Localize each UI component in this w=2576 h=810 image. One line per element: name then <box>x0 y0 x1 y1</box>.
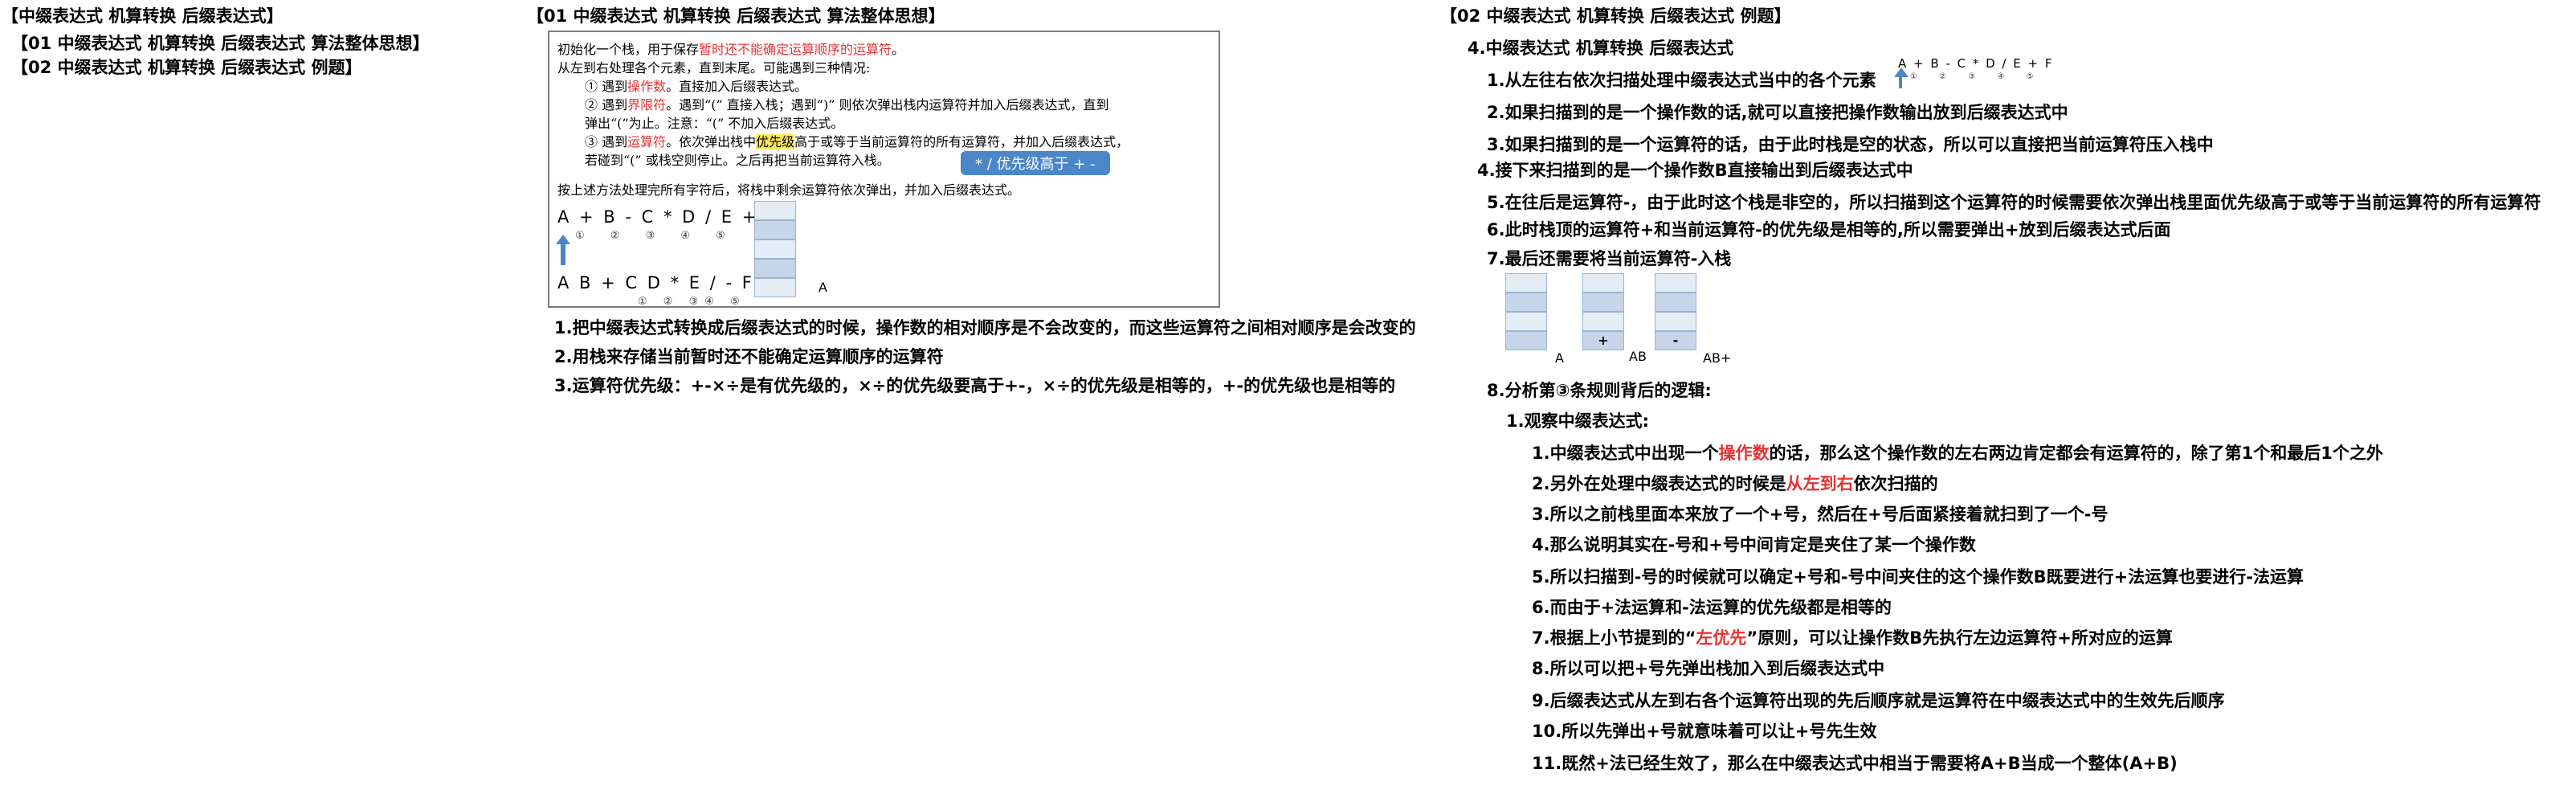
section-02-title[interactable]: 【02 中缀表达式 机算转换 后缀表达式 例题】 <box>1440 3 1790 27</box>
mini-infix-expression: A + B - C * D / E + F <box>1898 56 2054 71</box>
slide-line-5: 弹出“(”为止。注意：“(” 不加入后缀表达式。 <box>585 116 844 131</box>
stack-cell <box>1505 292 1547 312</box>
stack-top-minus: - <box>1655 331 1696 350</box>
stack-diagram-1 <box>1505 273 1547 350</box>
stack-cell <box>754 278 796 297</box>
outline-item-01[interactable]: 【01 中缀表达式 机算转换 后缀表达式 算法整体思想】 <box>11 31 429 55</box>
stack-3-output: AB+ <box>1703 350 1732 366</box>
postfix-operator-marks: ① ② ③④ ⑤ <box>638 296 746 308</box>
detail-7: 7.根据上小节提到的“左优先”原则，可以让操作数B先执行左边运算符+所对应的运算 <box>1532 628 2173 648</box>
infix-operator-marks: ① ② ③ ④ ⑤ <box>575 230 737 242</box>
outline-item-02[interactable]: 【02 中缀表达式 机算转换 后缀表达式 例题】 <box>11 55 361 79</box>
slide-line-7: 若碰到“(” 或栈空则停止。之后再把当前运算符入栈。 <box>585 153 890 168</box>
mid-note-1: 1.把中缀表达式转换成后缀表达式的时候，操作数的相对顺序是不会改变的，而这些运算… <box>554 318 1416 338</box>
scan-pointer-arrow-icon <box>556 235 570 265</box>
step-5: 5.在往后是运算符-，由于此时这个栈是非空的，所以扫描到这个运算符的时候需要依次… <box>1487 193 2541 212</box>
step-1: 1.从左往右依次扫描处理中缀表达式当中的各个元素 <box>1487 71 1876 90</box>
step-6: 6.此时栈顶的运算符+和当前运算符-的优先级是相等的,所以需要弹出+放到后缀表达… <box>1487 220 2171 239</box>
stack-cell <box>754 239 796 259</box>
mini-operator-marks: ① ② ③ ④ ⑤ <box>1910 72 2043 81</box>
slide-line-1: 初始化一个栈，用于保存暂时还不能确定运算顺序的运算符。 <box>557 42 905 57</box>
stack-cell <box>1505 273 1547 292</box>
stack-cell <box>1505 312 1547 331</box>
mid-note-2: 2.用栈来存储当前暂时还不能确定运算顺序的运算符 <box>554 347 944 366</box>
detail-3: 3.所以之前栈里面本来放了一个+号，然后在+号后面紧接着就扫到了一个-号 <box>1532 505 2109 524</box>
detail-4: 4.那么说明其实在-号和+号中间肯定是夹住了某一个操作数 <box>1532 535 1976 554</box>
stack-cell <box>1505 331 1547 350</box>
section-01-title[interactable]: 【01 中缀表达式 机算转换 后缀表达式 算法整体思想】 <box>527 3 945 27</box>
mini-scan-arrow-icon <box>1894 68 1909 88</box>
infix-expression: A + B - C * D / E + F <box>557 207 779 227</box>
step-3: 3.如果扫描到的是一个运算符的话，由于此时栈是空的状态，所以可以直接把当前运算符… <box>1487 135 2214 154</box>
stack-cell <box>1582 273 1624 292</box>
detail-5: 5.所以扫描到-号的时候就可以确定+号和-号中间夹住的这个操作数B既要进行+法运… <box>1532 567 2304 587</box>
stack-diagram-2: + <box>1582 273 1624 350</box>
step-8-1: 1.观察中缀表达式: <box>1506 411 1649 431</box>
stack-cell <box>1655 312 1696 331</box>
detail-11: 11.既然+法已经生效了，那么在中缀表达式中相当于需要将A+B当成一个整体(A+… <box>1532 754 2178 773</box>
stack-cell <box>1655 273 1696 292</box>
detail-9: 9.后缀表达式从左到右各个运算符出现的先后顺序就是运算符在中缀表达式中的生效先后… <box>1532 691 2225 710</box>
step-4: 4.接下来扫描到的是一个操作数B直接输出到后缀表达式中 <box>1477 161 1913 180</box>
stack-cell <box>754 201 796 220</box>
detail-8: 8.所以可以把+号先弹出栈加入到后缀表达式中 <box>1532 659 1885 678</box>
detail-2: 2.另外在处理中缀表达式的时候是从左到右依次扫描的 <box>1532 474 1938 493</box>
detail-6: 6.而由于+法运算和-法运算的优先级都是相等的 <box>1532 598 1892 617</box>
priority-callout: * / 优先级高于 + - <box>961 151 1110 175</box>
stack-cell <box>754 259 796 278</box>
stack-1-output: A <box>1555 350 1564 366</box>
algorithm-slide-image: 初始化一个栈，用于保存暂时还不能确定运算顺序的运算符。 从左到右处理各个元素，直… <box>548 31 1220 308</box>
slide-line-8: 按上述方法处理完所有字符后，将栈中剩余运算符依次弹出，并加入后缀表达式。 <box>557 182 1021 198</box>
stack-cell <box>754 220 796 239</box>
step-8: 8.分析第③条规则背后的逻辑: <box>1487 381 1712 400</box>
stack-cell <box>1582 312 1624 331</box>
root-title: 【中缀表达式 机算转换 后缀表达式】 <box>2 6 284 26</box>
step-2: 2.如果扫描到的是一个操作数的话,就可以直接把操作数输出放到后缀表达式中 <box>1487 103 2068 122</box>
slide-line-4: ② 遇到界限符。遇到“(” 直接入栈；遇到“)” 则依次弹出栈内运算符并加入后缀… <box>585 97 1109 112</box>
detail-10: 10.所以先弹出+号就意味着可以让+号先生效 <box>1532 722 1877 741</box>
operator-stack <box>754 201 796 297</box>
heading-4: 4.中缀表达式 机算转换 后缀表达式 <box>1468 39 1734 58</box>
stack-top-plus: + <box>1582 331 1624 350</box>
postfix-expression: A B + C D * E / - F + <box>557 273 779 292</box>
slide-line-2: 从左到右处理各个元素，直到末尾。可能遇到三种情况: <box>557 60 871 76</box>
stack-output-label: A <box>819 280 827 295</box>
slide-line-3: ① 遇到操作数。直接加入后缀表达式。 <box>585 79 808 94</box>
stack-cell <box>1655 292 1696 312</box>
slide-line-6: ③ 遇到运算符。依次弹出栈中优先级高于或等于当前运算符的所有运算符，并加入后缀表… <box>585 134 1129 149</box>
detail-1: 1.中缀表达式中出现一个操作数的话，那么这个操作数的左右两边肯定都会有运算符的，… <box>1532 444 2383 463</box>
step-7: 7.最后还需要将当前运算符-入栈 <box>1487 249 1732 268</box>
stack-cell <box>1582 292 1624 312</box>
mid-note-3: 3.运算符优先级：+-×÷是有优先级的，×÷的优先级要高于+-，×÷的优先级是相… <box>554 376 1396 395</box>
stack-2-output: AB <box>1629 349 1647 364</box>
stack-diagram-3: - <box>1655 273 1696 350</box>
